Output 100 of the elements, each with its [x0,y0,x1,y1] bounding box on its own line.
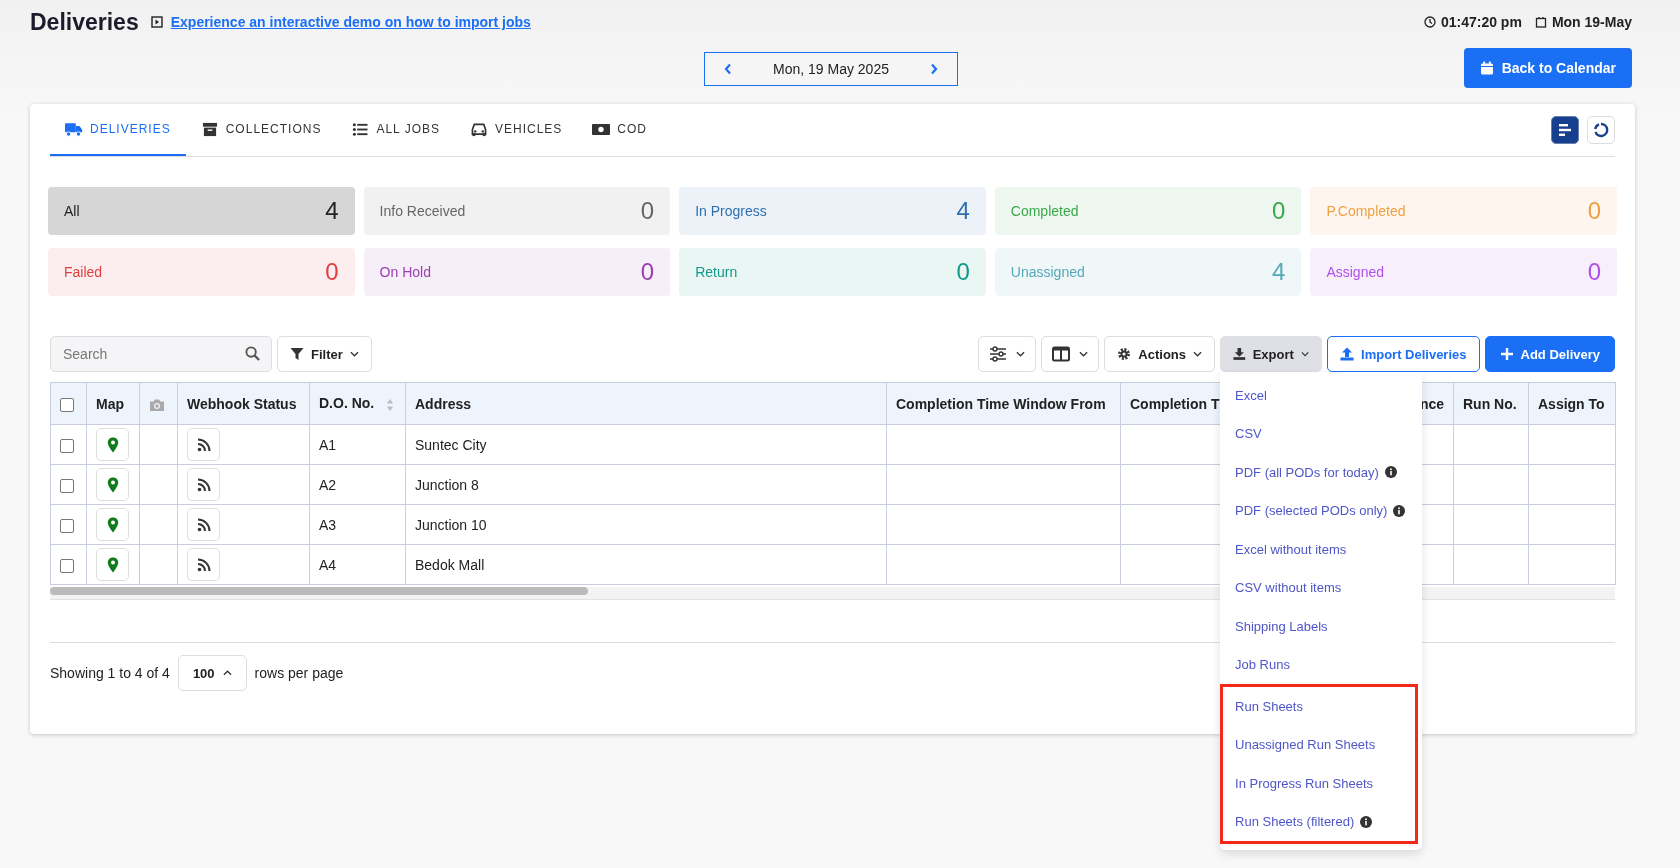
actions-button[interactable]: Actions [1104,336,1215,372]
info-icon [1384,466,1397,479]
row-checkbox[interactable] [60,478,74,493]
plus-icon [1499,347,1514,361]
menu-item[interactable]: CSV without items [1220,568,1422,607]
caret-icon [1016,351,1026,357]
tab[interactable]: VEHICLES [455,104,578,156]
box-icon [200,121,219,137]
columns-dropdown-button[interactable] [1041,336,1100,372]
table-cell: Junction 8 [415,476,479,493]
previous-icon[interactable] [723,63,733,75]
tab[interactable]: COLLECTIONS [185,104,337,156]
caret-icon [1300,351,1309,357]
rss-icon [196,517,211,532]
status-tile[interactable]: In Progress 4 [679,187,986,235]
column-header: Run No. [1463,395,1517,412]
map-pin-icon [106,516,119,533]
sliders-icon [989,346,1008,362]
map-pin-button[interactable] [96,508,129,541]
export-button[interactable]: Export [1220,336,1322,372]
status-tile[interactable]: On Hold 0 [363,248,671,296]
chart-view-button[interactable] [1587,116,1615,144]
demo-link[interactable]: Experience an interactive demo on how to import jobs [170,14,531,30]
rss-feed-button[interactable] [187,468,220,501]
truck-icon [65,121,83,137]
table-cell: A4 [319,556,337,573]
date-label: Mon, 19 May 2025 [773,61,889,77]
camera-icon [149,397,165,412]
caret-icon [1193,351,1202,357]
search-field[interactable]: Search [50,336,272,372]
map-pin-button[interactable] [96,428,129,461]
menu-item[interactable]: Run Sheets [1223,687,1415,726]
rows-per-page-text: rows per page [254,665,344,681]
status-tile[interactable]: Return 0 [679,248,986,296]
caret-icon [349,351,359,357]
table-cell: A3 [319,516,337,533]
menu-item[interactable]: Excel without items [1220,530,1422,569]
column-header: Assign To [1538,395,1605,412]
row-checkbox[interactable] [60,438,74,453]
rss-feed-button[interactable] [187,548,220,581]
current-time: 01:47:20 pm [1440,14,1522,30]
menu-item[interactable]: Shipping Labels [1220,607,1422,646]
columns-icon [1052,346,1071,362]
menu-item[interactable]: PDF (selected PODs only) [1220,491,1422,530]
tab[interactable]: ALL JOBS [336,104,455,156]
sliders-dropdown-button[interactable] [978,336,1037,372]
rss-icon [196,557,211,572]
rss-feed-button[interactable] [187,508,220,541]
row-checkbox[interactable] [60,518,74,533]
status-tile[interactable]: All 4 [48,187,355,235]
column-header: Address [415,395,472,412]
car-icon [470,121,488,137]
select-all-checkbox[interactable] [60,397,74,412]
download-icon [1233,347,1246,361]
clock-icon [1423,16,1436,28]
table-cell: Bedok Mall [415,556,485,573]
menu-item[interactable]: CSV [1220,414,1422,453]
back-to-calendar-button[interactable]: Back to Calendar [1463,48,1632,88]
column-header: Completion T [1130,395,1220,412]
filter-icon [290,347,304,361]
menu-item[interactable]: PDF (all PODs for today) [1220,453,1422,492]
gear-icon [1117,347,1132,361]
menu-item[interactable]: Excel [1220,376,1422,415]
menu-item[interactable]: Unassigned Run Sheets [1223,725,1415,764]
showing-text: Showing 1 to 4 of 4 [50,665,170,681]
rss-feed-button[interactable] [187,428,220,461]
row-checkbox[interactable] [60,558,74,573]
map-pin-icon [106,436,119,453]
status-tile[interactable]: Info Received 0 [363,187,671,235]
filter-button[interactable]: Filter [277,336,372,372]
next-icon[interactable] [929,63,939,75]
map-pin-button[interactable] [96,548,129,581]
table-cell: Junction 10 [415,516,487,533]
column-header: Webhook Status [187,395,297,412]
page-title: Deliveries [30,8,139,36]
column-header: Completion Time Window From [896,395,1106,412]
tab[interactable]: COD [577,104,662,156]
tab[interactable]: DELIVERIES [50,104,186,156]
banknote-icon [592,121,611,137]
current-date: Mon 19-May [1551,14,1632,30]
column-header: Map [96,395,124,412]
add-delivery-button[interactable]: Add Delivery [1484,336,1615,372]
menu-item[interactable]: In Progress Run Sheets [1223,764,1415,803]
status-tile[interactable]: Assigned 0 [1310,248,1617,296]
list-view-button[interactable] [1551,116,1579,144]
page-size-select[interactable]: 100 [177,655,247,691]
info-icon [1360,815,1373,828]
calendar-icon [1534,16,1547,28]
map-pin-button[interactable] [96,468,129,501]
bars-icon [1557,122,1573,138]
list-icon [351,121,370,137]
info-icon [1393,504,1406,517]
play-icon [150,16,163,28]
menu-item[interactable]: Run Sheets (filtered) [1223,802,1415,841]
scrollbar-thumb[interactable] [50,587,588,595]
caret-icon [222,670,232,676]
import-deliveries-button[interactable]: Import Deliveries [1327,336,1480,372]
menu-item[interactable]: Job Runs [1220,645,1422,684]
status-tile[interactable]: Failed 0 [48,248,355,296]
search-icon[interactable] [245,346,260,361]
